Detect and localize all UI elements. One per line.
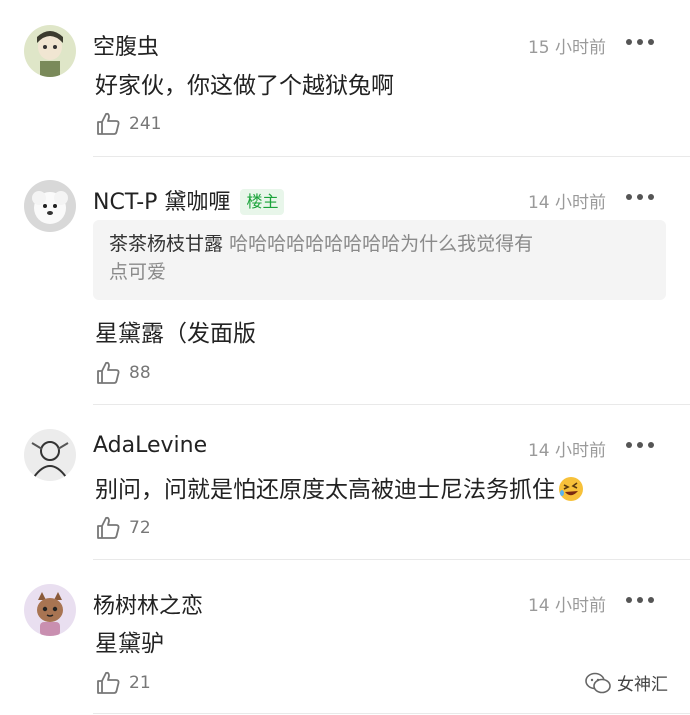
more-options-button[interactable]	[626, 435, 654, 455]
timestamp: 14 小时前	[527, 193, 606, 213]
like-count: 21	[129, 673, 151, 693]
wechat-icon	[585, 672, 611, 693]
comment-text-content: 别问，问就是怕还原度太高被迪士尼法务抓住	[95, 477, 555, 503]
thumbs-up-icon	[97, 671, 120, 694]
dot	[637, 39, 643, 45]
quote-author: 茶茶杨枝甘露	[109, 233, 224, 255]
cartoon-character-avatar-icon	[24, 25, 76, 77]
like-count: 241	[129, 114, 162, 134]
divider	[93, 713, 690, 714]
username[interactable]: 空腹虫	[93, 29, 159, 61]
user-avatar[interactable]	[24, 25, 76, 77]
like-count: 88	[129, 363, 151, 383]
like-button[interactable]: 21	[95, 670, 151, 696]
quoted-reply[interactable]: 茶茶杨枝甘露 哈哈哈哈哈哈哈哈哈为什么我觉得有 点可爱	[93, 220, 666, 300]
dot	[648, 194, 654, 200]
dot	[637, 194, 643, 200]
more-options-button[interactable]	[626, 32, 654, 52]
dot	[637, 597, 643, 603]
dot	[626, 194, 632, 200]
timestamp: 14 小时前	[527, 441, 606, 461]
username-text: NCT-P 黛咖喱	[93, 190, 231, 215]
comment-item: AdaLevine 14 小时前 别问，问就是怕还原度太高被迪士尼法务抓住 72	[0, 405, 690, 559]
user-avatar[interactable]	[24, 584, 76, 636]
user-avatar[interactable]	[24, 429, 76, 481]
timestamp: 15 小时前	[527, 38, 606, 58]
dot	[626, 442, 632, 448]
comment-item: 空腹虫 15 小时前 好家伙，你这做了个越狱兔啊 241	[0, 0, 690, 157]
thumbs-up-icon	[97, 516, 120, 539]
sketch-avatar-icon	[24, 429, 76, 481]
like-button[interactable]: 241	[95, 111, 161, 137]
white-dog-avatar-icon	[24, 180, 76, 232]
quote-text: 哈哈哈哈哈哈哈哈哈为什么我觉得有	[229, 233, 534, 255]
comment-text: 好家伙，你这做了个越狱兔啊	[95, 73, 394, 99]
dot	[648, 442, 654, 448]
dot	[626, 597, 632, 603]
comment-item: NCT-P 黛咖喱 楼主 14 小时前 茶茶杨枝甘露 哈哈哈哈哈哈哈哈哈为什么我觉…	[0, 157, 690, 405]
thumbs-up-icon	[97, 112, 120, 135]
dot	[626, 39, 632, 45]
comment-text: 星黛驴	[95, 631, 164, 657]
like-button[interactable]: 88	[95, 360, 151, 386]
rolling-laughing-emoji-icon	[559, 477, 583, 501]
dot	[648, 39, 654, 45]
dot	[648, 597, 654, 603]
username[interactable]: AdaLevine	[93, 433, 207, 458]
more-options-button[interactable]	[626, 187, 654, 207]
watermark-label: 女神汇	[617, 675, 668, 695]
username[interactable]: 杨树林之恋	[93, 588, 203, 620]
comment-text: 别问，问就是怕还原度太高被迪士尼法务抓住	[95, 470, 650, 504]
like-button[interactable]: 72	[95, 515, 151, 541]
user-avatar[interactable]	[24, 180, 76, 232]
username[interactable]: NCT-P 黛咖喱 楼主	[93, 184, 285, 216]
comment-text: 星黛露（发面版	[95, 321, 256, 347]
dot	[637, 442, 643, 448]
like-count: 72	[129, 518, 151, 538]
quote-text-line-2: 点可爱	[109, 261, 167, 283]
timestamp: 14 小时前	[527, 596, 606, 616]
more-options-button[interactable]	[626, 590, 654, 610]
quote-line-1: 茶茶杨枝甘露 哈哈哈哈哈哈哈哈哈为什么我觉得有	[109, 230, 650, 258]
watermark: 女神汇	[585, 670, 668, 695]
cat-avatar-icon	[24, 584, 76, 636]
op-badge: 楼主	[240, 189, 285, 215]
thumbs-up-icon	[97, 361, 120, 384]
